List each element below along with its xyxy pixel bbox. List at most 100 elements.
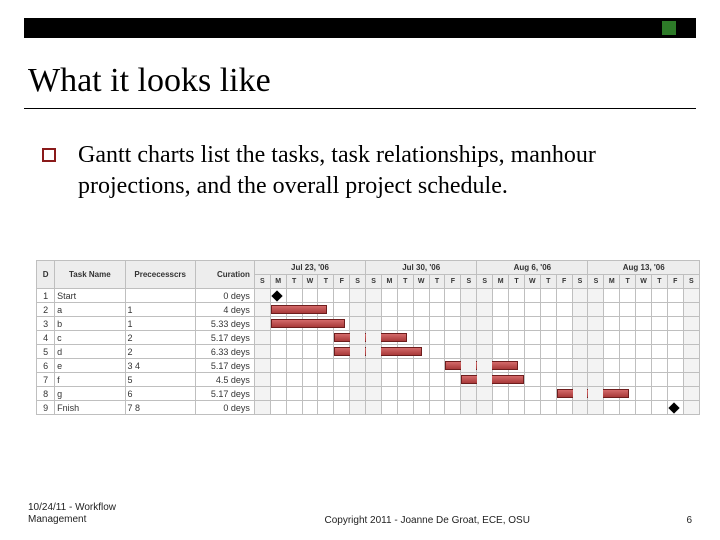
cell-id: 6 [37, 359, 55, 373]
timeline-cell [651, 373, 667, 387]
timeline-cell [588, 373, 604, 387]
day-header: T [429, 275, 445, 289]
timeline-cell [620, 345, 636, 359]
timeline-cell [540, 359, 556, 373]
day-header: S [477, 275, 493, 289]
timeline-cell [413, 289, 429, 303]
table-row: 5d26.33 deys [37, 345, 700, 359]
timeline-cell [334, 317, 350, 331]
timeline-cell [445, 373, 461, 387]
timeline-cell [397, 401, 413, 415]
timeline-cell [651, 401, 667, 415]
timeline-cell [620, 331, 636, 345]
cell-dur: 5.17 deys [195, 387, 254, 401]
timeline-cell [318, 317, 334, 331]
timeline-cell [667, 345, 683, 359]
cell-task: g [55, 387, 125, 401]
timeline-cell [254, 331, 270, 345]
cell-pred: 2 [125, 345, 195, 359]
timeline-cell [556, 331, 572, 345]
timeline-cell [493, 359, 509, 373]
slide-body: Gantt charts list the tasks, task relati… [42, 140, 690, 202]
timeline-cell [461, 401, 477, 415]
timeline-cell [381, 345, 397, 359]
timeline-cell [667, 387, 683, 401]
footer-center: Copyright 2011 - Joanne De Groat, ECE, O… [168, 515, 686, 526]
timeline-cell [334, 345, 350, 359]
timeline-cell [493, 345, 509, 359]
timeline-cell [254, 303, 270, 317]
day-header: S [461, 275, 477, 289]
timeline-cell [286, 373, 302, 387]
table-row: 3b15.33 deys [37, 317, 700, 331]
day-header: T [651, 275, 667, 289]
timeline-cell [286, 303, 302, 317]
timeline-cell [318, 373, 334, 387]
timeline-cell [477, 317, 493, 331]
day-header: S [572, 275, 588, 289]
timeline-cell [318, 345, 334, 359]
timeline-cell [636, 373, 652, 387]
timeline-cell [254, 345, 270, 359]
timeline-cell [588, 317, 604, 331]
timeline-cell [667, 401, 683, 415]
timeline-cell [445, 303, 461, 317]
timeline-cell [683, 401, 699, 415]
timeline-cell [604, 359, 620, 373]
timeline-cell [636, 359, 652, 373]
timeline-cell [445, 345, 461, 359]
cell-id: 3 [37, 317, 55, 331]
day-header: F [667, 275, 683, 289]
timeline-cell [524, 303, 540, 317]
timeline-cell [683, 331, 699, 345]
timeline-cell [604, 317, 620, 331]
timeline-cell [683, 317, 699, 331]
timeline-cell [509, 373, 525, 387]
timeline-cell [302, 387, 318, 401]
cell-dur: 0 deys [195, 401, 254, 415]
timeline-cell [556, 387, 572, 401]
timeline-cell [397, 359, 413, 373]
timeline-cell [350, 359, 366, 373]
timeline-cell [302, 303, 318, 317]
timeline-cell [461, 373, 477, 387]
timeline-cell [588, 387, 604, 401]
cell-dur: 5.17 deys [195, 331, 254, 345]
cell-task: f [55, 373, 125, 387]
timeline-cell [683, 373, 699, 387]
cell-id: 2 [37, 303, 55, 317]
timeline-cell [254, 373, 270, 387]
timeline-cell [366, 387, 382, 401]
timeline-cell [556, 359, 572, 373]
timeline-cell [366, 289, 382, 303]
footer-page: 6 [686, 515, 692, 526]
day-header: S [366, 275, 382, 289]
timeline-cell [572, 401, 588, 415]
timeline-cell [667, 359, 683, 373]
timeline-cell [588, 401, 604, 415]
timeline-cell [572, 331, 588, 345]
timeline-cell [588, 289, 604, 303]
table-row: 9Fnish7 80 deys [37, 401, 700, 415]
timeline-cell [366, 303, 382, 317]
timeline-cell [350, 303, 366, 317]
cell-dur: 4.5 deys [195, 373, 254, 387]
timeline-cell [540, 387, 556, 401]
day-header: F [334, 275, 350, 289]
timeline-cell [524, 401, 540, 415]
timeline-cell [254, 401, 270, 415]
timeline-cell [350, 289, 366, 303]
milestone-icon [668, 402, 679, 413]
timeline-cell [397, 317, 413, 331]
timeline-cell [683, 359, 699, 373]
slide-top-bar [24, 18, 696, 38]
timeline-cell [477, 359, 493, 373]
cell-id: 5 [37, 345, 55, 359]
timeline-cell [302, 331, 318, 345]
gantt-body: 1Start0 deys2a14 deys3b15.33 deys4c25.17… [37, 289, 700, 415]
timeline-cell [556, 373, 572, 387]
timeline-cell [381, 317, 397, 331]
cell-id: 8 [37, 387, 55, 401]
week-header: Jul 23, '06 [254, 261, 365, 275]
cell-dur: 5.33 deys [195, 317, 254, 331]
